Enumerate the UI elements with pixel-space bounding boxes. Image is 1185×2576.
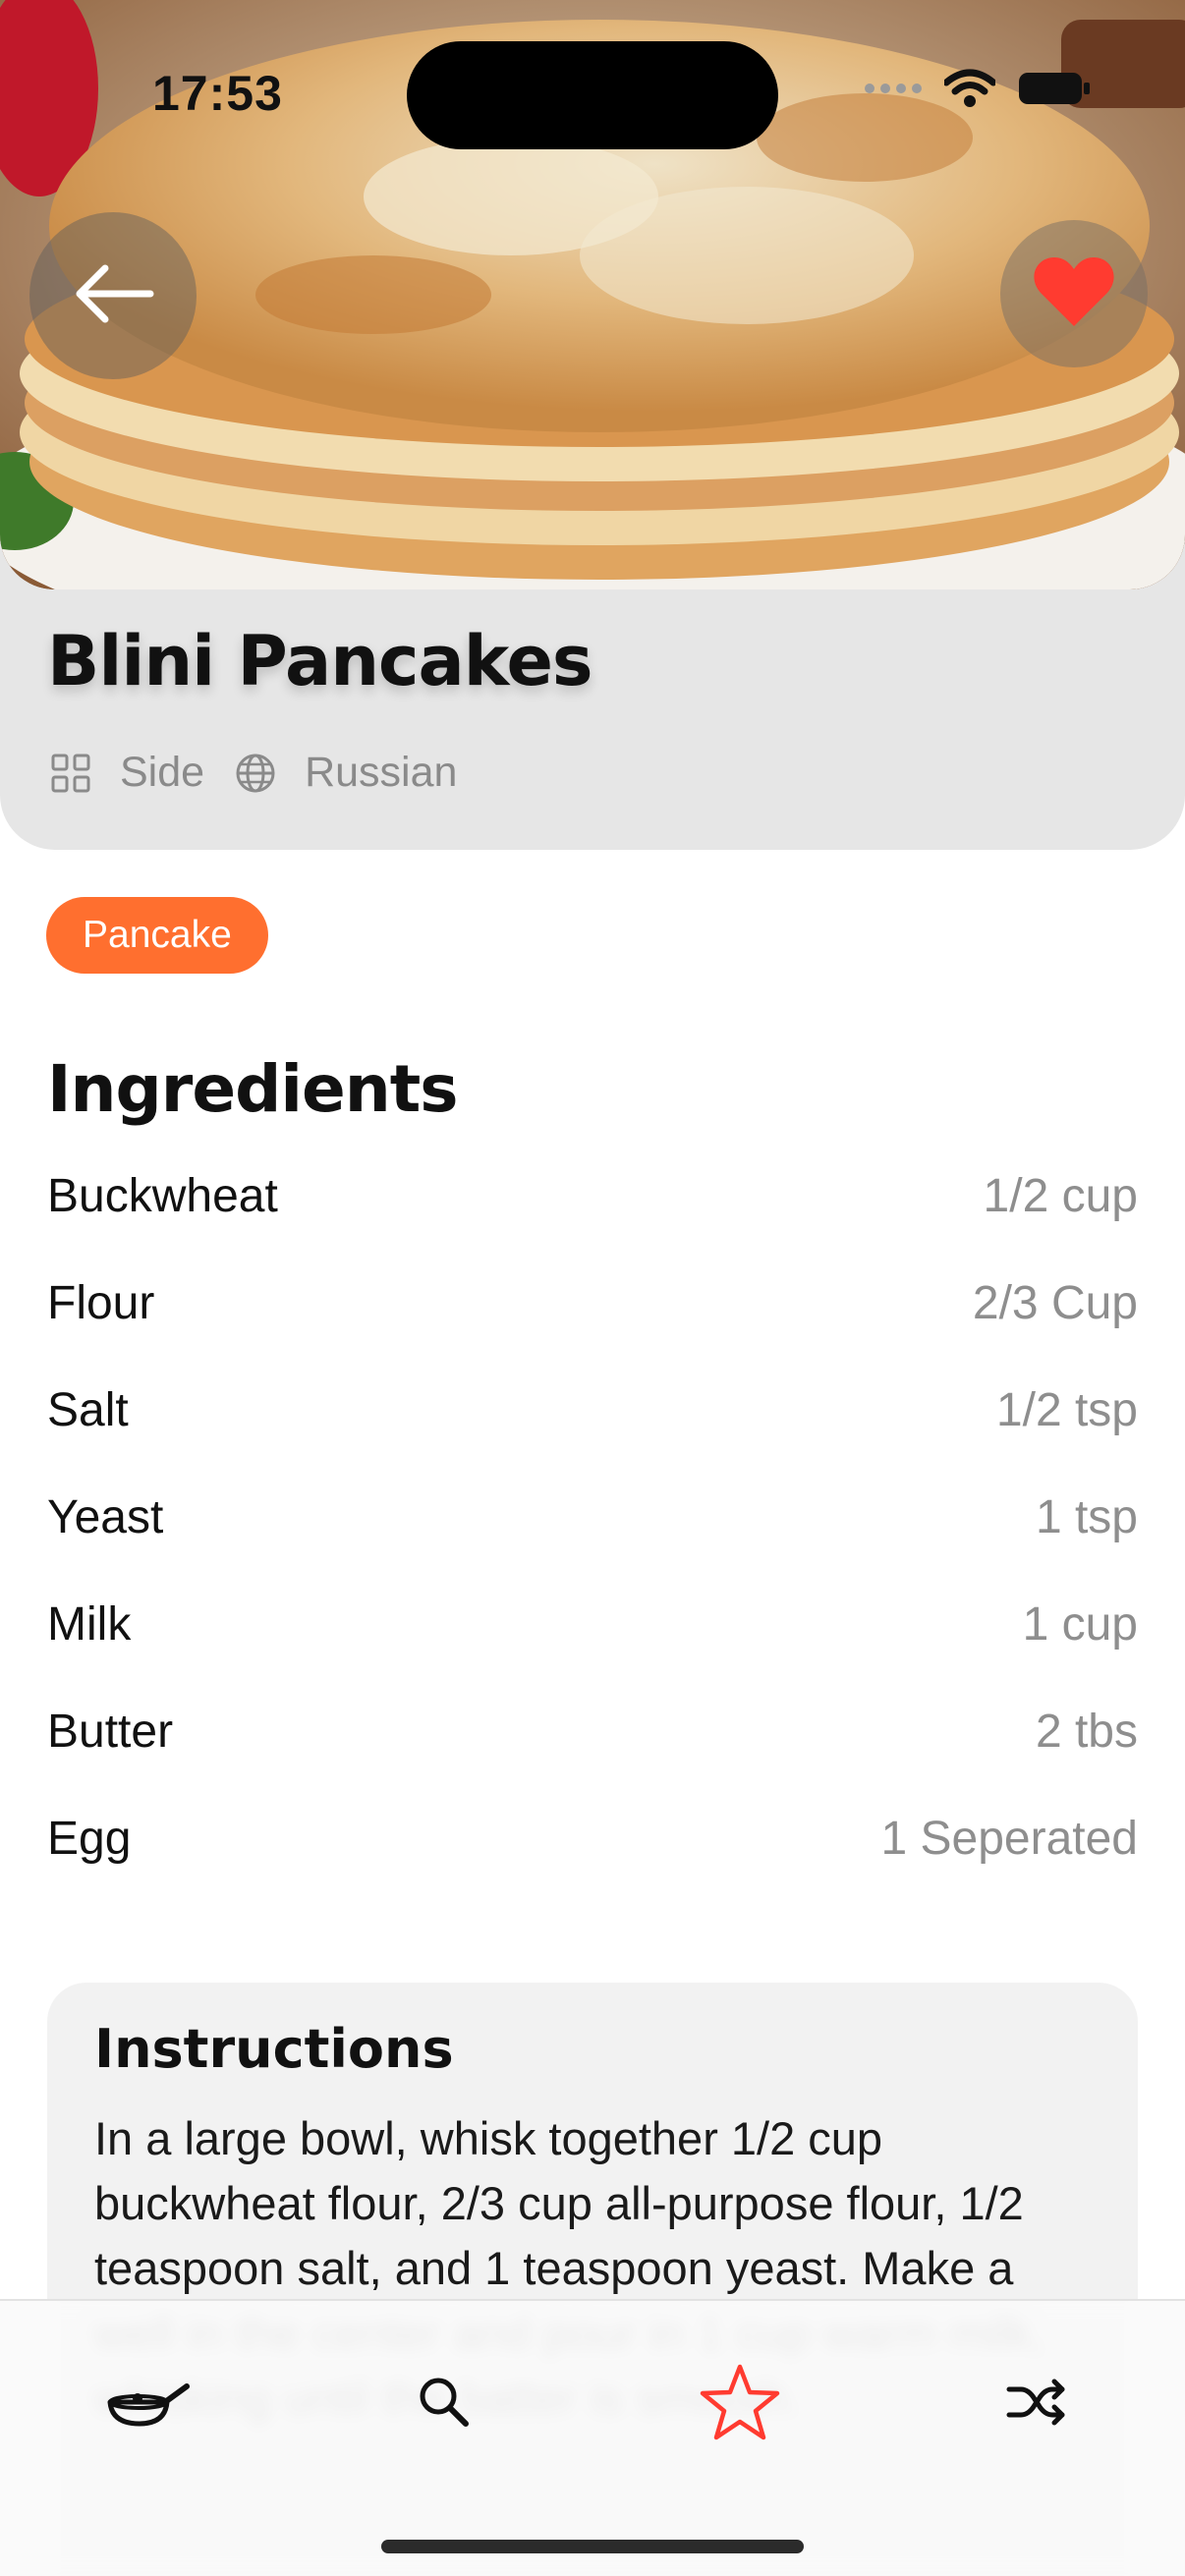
recipe-area: Russian [305,749,458,796]
ingredient-quantity: 1/2 cup [983,1170,1138,1222]
ingredient-row: Butter 2 tbs [47,1705,1138,1812]
recipe-category: Side [120,749,205,796]
tab-bar [0,2299,1185,2576]
wifi-icon [942,69,997,113]
ingredient-row: Egg 1 Seperated [47,1812,1138,1919]
cellular-signal-icon [864,81,923,101]
favorite-button[interactable] [1000,220,1148,367]
star-icon [699,2363,781,2446]
ingredient-row: Flour 2/3 Cup [47,1276,1138,1383]
search-icon [417,2375,472,2435]
ingredient-quantity: 2 tbs [1035,1706,1138,1758]
ingredient-name: Salt [47,1384,129,1436]
globe-icon [234,752,277,795]
ingredient-name: Butter [47,1706,174,1758]
home-indicator[interactable] [381,2540,804,2553]
tab-search[interactable] [390,2350,498,2458]
ingredient-quantity: 1 tsp [1035,1491,1138,1543]
recipe-header-card: 17:53 Blini Pancakes Side Russian [0,0,1185,850]
ingredients-heading: Ingredients [47,1051,459,1127]
ingredient-quantity: 1 cup [1022,1598,1138,1651]
ingredient-row: Salt 1/2 tsp [47,1383,1138,1490]
shuffle-icon [1005,2378,1068,2432]
ingredient-quantity: 1/2 tsp [995,1384,1138,1436]
ingredient-name: Egg [47,1813,132,1865]
ingredient-row: Yeast 1 tsp [47,1490,1138,1597]
tab-favorites[interactable] [686,2350,794,2458]
recipe-meta: Side Russian [49,749,486,797]
grid-category-icon [49,752,92,795]
ingredient-quantity: 2/3 Cup [972,1277,1138,1329]
status-bar-icons [864,69,1092,113]
ingredient-row: Milk 1 cup [47,1597,1138,1705]
ingredient-row: Buckwheat 1/2 cup [47,1169,1138,1276]
recipe-tag[interactable]: Pancake [46,897,268,974]
battery-icon [1017,69,1092,113]
frying-pan-icon [104,2373,191,2436]
tab-random[interactable] [983,2350,1091,2458]
instructions-heading: Instructions [94,2018,454,2080]
ingredient-name: Buckwheat [47,1170,278,1222]
recipe-header: 17:53 Blini Pancakes Side Russian [0,0,1185,850]
recipe-detail-screen: 17:53 Blini Pancakes Side Russian Pancak… [0,0,1185,2576]
tab-recipes[interactable] [93,2350,201,2458]
arrow-left-icon [72,262,154,330]
ingredient-name: Flour [47,1277,155,1329]
heart-icon [1033,255,1115,333]
ingredient-name: Milk [47,1598,132,1651]
ingredients-list: Buckwheat 1/2 cup Flour 2/3 Cup Salt 1/2… [47,1169,1138,1919]
status-bar-time: 17:53 [152,66,283,121]
recipe-title: Blini Pancakes [47,621,593,701]
ingredient-name: Yeast [47,1491,164,1543]
dynamic-island [407,41,778,149]
ingredient-quantity: 1 Seperated [880,1813,1138,1865]
back-button[interactable] [29,212,197,379]
